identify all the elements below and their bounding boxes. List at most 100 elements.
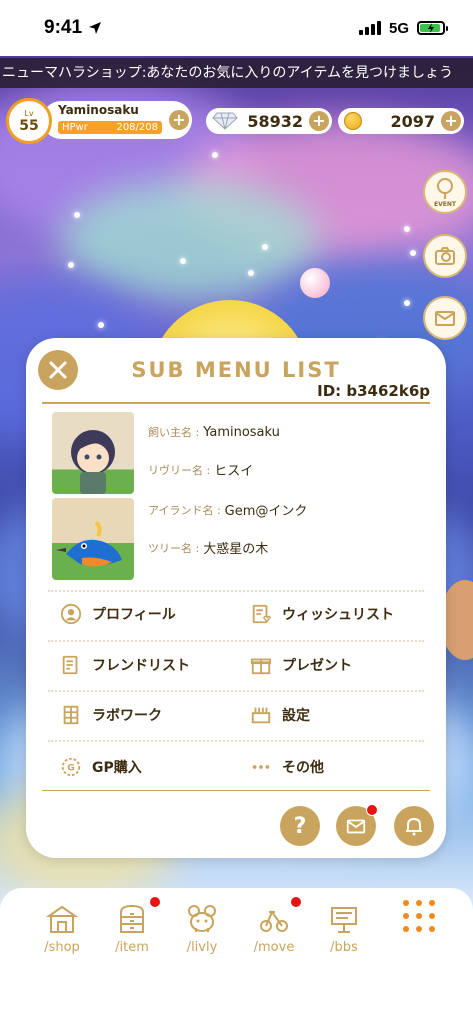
owner-name-row: 飼い主名 : Yaminosaku: [148, 424, 280, 440]
status-time: 9:41: [44, 17, 83, 38]
bbs-icon: [331, 907, 357, 933]
rivery-name-value: ヒスイ: [214, 464, 254, 479]
menu-gp-purchase[interactable]: G GP購入: [60, 756, 142, 778]
sub-menu-panel: SUB MENU LIST ID: b3462k6p 飼い主名 : Yamino…: [26, 338, 446, 858]
move-notification-badge: [290, 896, 302, 908]
add-coins-button[interactable]: +: [441, 111, 461, 131]
add-hp-button[interactable]: +: [169, 110, 189, 130]
coin-amount: 2097: [390, 111, 435, 131]
gp-coin-icon: G: [61, 757, 81, 777]
friend-list-icon: [62, 655, 78, 675]
level-label: Lv: [24, 108, 34, 118]
more-icon: [252, 765, 270, 769]
mail-notification-badge: [366, 804, 378, 816]
menu-gp-purchase-label: GP購入: [92, 760, 142, 776]
announcement-text: ニューマハラショップ:あなたのお気に入りのアイテムを見つけましょう: [2, 65, 454, 81]
nav-move[interactable]: /move: [244, 902, 304, 955]
nav-livly-label: /livly: [186, 940, 218, 955]
wishlist-icon: [252, 604, 271, 624]
menu-other-label: その他: [282, 760, 324, 776]
rivery-name-key: リヴリー名 :: [148, 463, 211, 477]
menu-lab-work-label: ラボワーク: [92, 708, 162, 724]
menu-profile-label: プロフィール: [92, 607, 176, 623]
nav-livly[interactable]: /livly: [172, 902, 232, 955]
menu-present[interactable]: プレゼント: [250, 654, 352, 676]
menu-other[interactable]: その他: [250, 756, 324, 778]
menu-grid-icon[interactable]: [403, 900, 435, 932]
item-notification-badge: [149, 896, 161, 908]
bell-icon: [406, 817, 422, 836]
menu-friend-list[interactable]: フレンドリスト: [60, 654, 190, 676]
nav-item[interactable]: /item: [102, 902, 162, 955]
livly-icon: [188, 905, 216, 932]
menu-wishlist[interactable]: ウィッシュリスト: [250, 603, 394, 625]
player-id: ID: b3462k6p: [317, 382, 430, 400]
gift-icon: [250, 658, 272, 675]
move-icon: [260, 909, 288, 932]
coin-counter: 2097 +: [338, 108, 464, 134]
level-badge: Lv 55: [6, 98, 52, 144]
help-button[interactable]: ?: [280, 806, 320, 846]
owner-avatar[interactable]: [52, 412, 134, 494]
mail-side-button[interactable]: [423, 296, 467, 340]
nav-shop-label: /shop: [44, 940, 80, 955]
balloon-icon: [437, 177, 453, 199]
event-label: EVENT: [434, 200, 456, 208]
hp-label: HPwr: [62, 122, 88, 133]
player-status[interactable]: Lv 55 Yaminosaku HPwr 208/208 +: [6, 98, 192, 144]
add-gems-button[interactable]: +: [309, 111, 329, 131]
owner-name-value: Yaminosaku: [203, 424, 280, 440]
diamond-icon: [212, 112, 238, 130]
menu-profile[interactable]: プロフィール: [60, 603, 176, 625]
level-value: 55: [19, 117, 39, 134]
divider: [48, 640, 424, 642]
planet-illustration: [300, 268, 330, 298]
help-icon: ?: [293, 813, 307, 839]
profile-icon: [60, 603, 82, 625]
hp-bar: HPwr 208/208: [58, 121, 162, 134]
svg-text:G: G: [67, 763, 75, 774]
panel-title: SUB MENU LIST: [131, 358, 341, 382]
menu-lab-work[interactable]: ラボワーク: [60, 704, 162, 726]
announcement-ticker[interactable]: ニューマハラショップ:あなたのお気に入りのアイテムを見つけましょう: [0, 58, 473, 88]
camera-icon: [435, 247, 455, 265]
divider: [48, 740, 424, 742]
camera-button[interactable]: [423, 234, 467, 278]
settings-icon: [251, 707, 271, 724]
bell-button[interactable]: [394, 806, 434, 846]
player-bar: Yaminosaku HPwr 208/208 +: [42, 101, 192, 139]
gem-counter: 58932 +: [206, 108, 332, 134]
signal-icon: [358, 21, 381, 35]
gem-amount: 58932: [247, 111, 303, 131]
menu-settings-label: 設定: [282, 708, 310, 724]
location-arrow-icon: [89, 22, 102, 34]
menu-wishlist-label: ウィッシュリスト: [282, 607, 394, 623]
battery-icon: [417, 21, 448, 35]
island-name-key: アイランド名 :: [148, 503, 221, 517]
shop-icon: [45, 905, 79, 933]
event-button[interactable]: EVENT: [423, 170, 467, 214]
nav-item-label: /item: [115, 940, 149, 955]
ios-status-bar: 9:41 5G: [0, 0, 473, 56]
item-icon: [120, 904, 144, 933]
nav-shop[interactable]: /shop: [32, 902, 92, 955]
envelope-icon: [346, 819, 366, 834]
menu-friend-list-label: フレンドリスト: [92, 658, 190, 674]
lab-work-icon: [63, 705, 79, 725]
divider: [42, 790, 430, 791]
menu-settings[interactable]: 設定: [250, 704, 310, 726]
hp-value: 208/208: [116, 122, 158, 133]
bottom-navigation: /shop /item /livly /move /bbs: [0, 888, 473, 1024]
tree-name-row: ツリー名 : 大惑星の木: [148, 538, 269, 558]
tree-name-key: ツリー名 :: [148, 541, 200, 555]
island-name-row: アイランド名 : Gem@インク: [148, 500, 307, 520]
network-type: 5G: [388, 19, 409, 37]
divider: [48, 590, 424, 592]
nav-move-label: /move: [253, 940, 295, 955]
tree-name-value: 大惑星の木: [203, 542, 269, 557]
nav-bbs[interactable]: /bbs: [314, 902, 374, 955]
rivery-avatar[interactable]: [52, 498, 134, 580]
envelope-icon: [435, 311, 455, 326]
menu-present-label: プレゼント: [282, 658, 352, 674]
divider: [48, 690, 424, 692]
